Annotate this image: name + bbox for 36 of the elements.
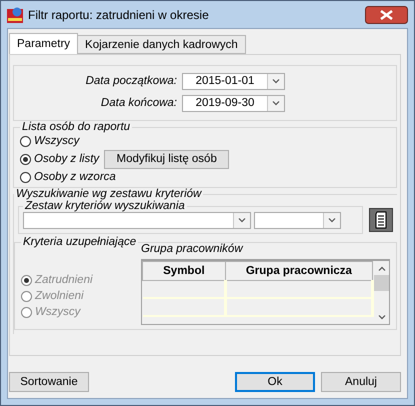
date-field[interactable]: 2015-01-01 [182,72,285,90]
chevron-down-icon [272,78,280,84]
dialog-button[interactable]: Ok [235,372,315,392]
table-title: Grupa pracowników [141,243,243,255]
radio-label: Zatrudnieni [35,274,93,286]
document-icon[interactable] [369,208,393,232]
close-icon[interactable] [365,6,408,24]
window-title: Filtr raportu: zatrudnieni w okresie [28,8,209,22]
dialog-button[interactable]: Sortowanie [9,372,89,392]
app-icon [7,6,23,22]
chevron-down-icon [328,218,336,223]
field-label: Data końcowa: [100,97,178,109]
radio-button[interactable] [20,172,31,182]
column-header[interactable]: Symbol [142,262,226,280]
tab[interactable]: Parametry [9,33,78,54]
group-title: Wyszukiwanie wg zestawu kryteriów [15,188,203,200]
group-title: Lista osób do raportu [21,121,132,133]
chevron-down-icon [272,100,280,106]
dialog-button[interactable]: Anuluj [321,372,401,392]
modify-list-button[interactable]: Modyfikuj listę osób [104,150,230,168]
radio-label: Osoby z listy [34,153,100,165]
chevron-down-icon [378,314,386,320]
group-title: Kryteria uzupełniające [22,236,138,248]
field-label: Data początkowa: [84,75,178,87]
chevron-up-icon [378,266,386,270]
radio-button[interactable] [20,136,31,146]
radio-button[interactable] [20,154,31,164]
tab[interactable]: Kojarzenie danych kadrowych [77,35,246,54]
radio-label: Wszyscy [35,306,80,318]
chevron-down-icon [238,218,246,223]
radio-label: Zwolnieni [35,290,84,302]
date-field[interactable]: 2019-09-30 [182,94,285,112]
radio-label: Osoby z wzorca [34,171,116,183]
column-header[interactable]: Grupa pracownicza [225,262,372,280]
radio-label: Wszyscy [34,135,80,147]
group-title: Zestaw kryteriów wyszukiwania [24,200,186,212]
